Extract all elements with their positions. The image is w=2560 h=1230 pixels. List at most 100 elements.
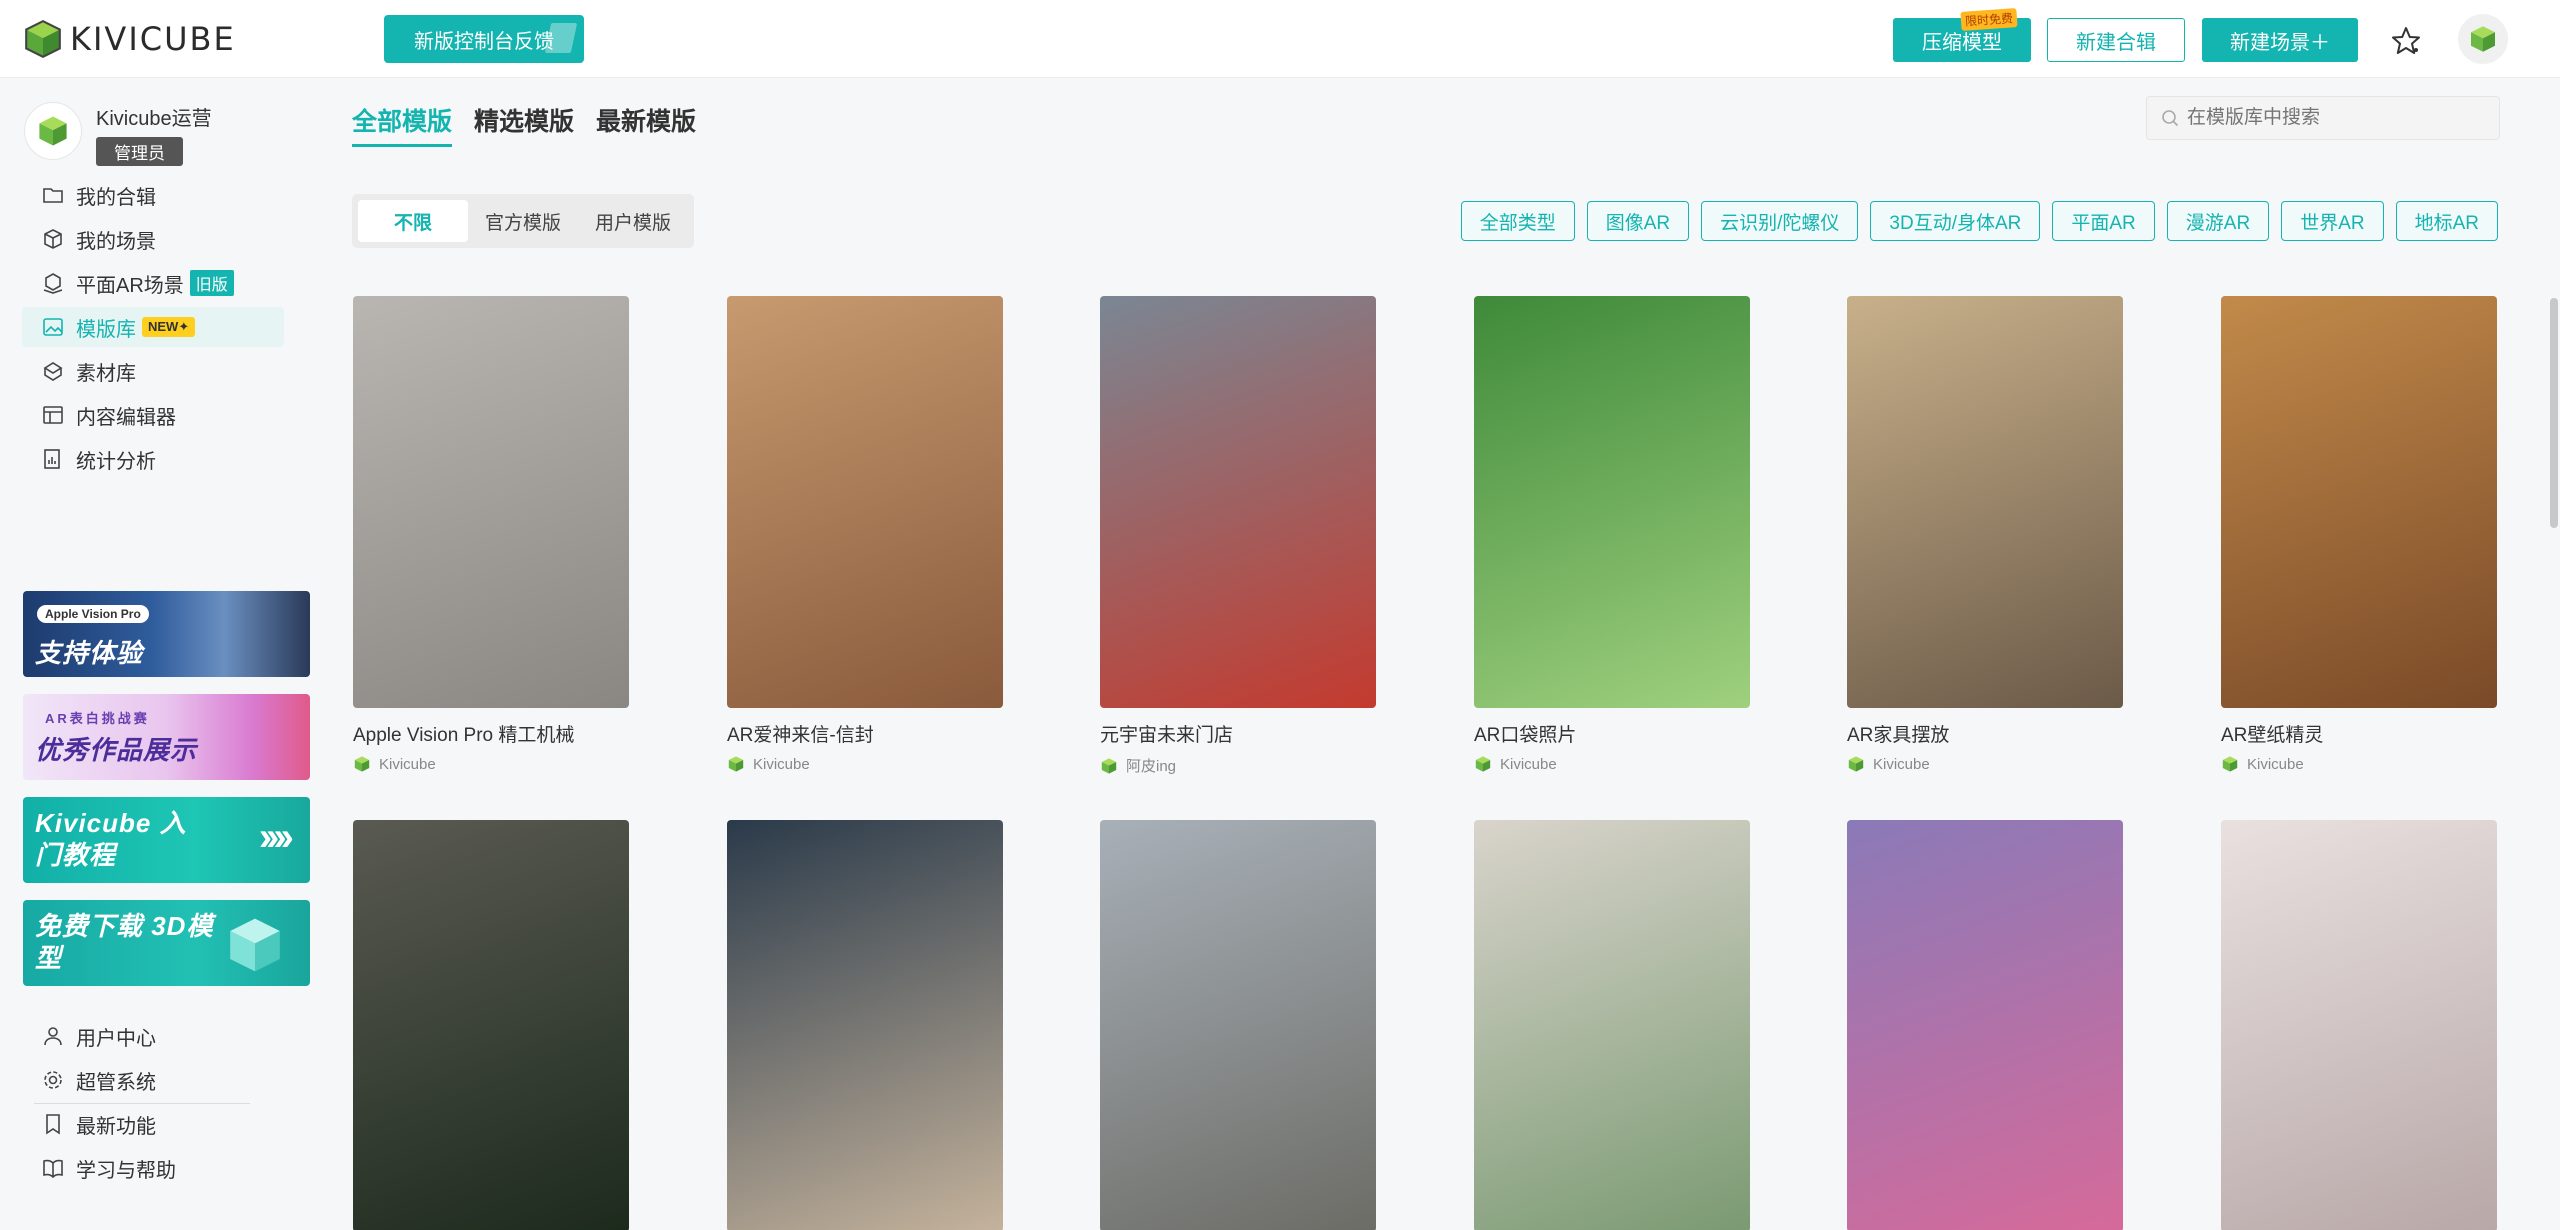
filter-roaming-ar[interactable]: 漫游AR bbox=[2166, 201, 2270, 241]
template-title: AR壁纸精灵 bbox=[2221, 725, 2324, 746]
cube-3d-icon bbox=[230, 918, 280, 972]
avatar[interactable] bbox=[24, 102, 82, 160]
sidebar-item-user-center[interactable]: 用户中心 bbox=[22, 1016, 284, 1056]
template-card[interactable] bbox=[1100, 820, 1376, 1230]
sidebar-item-help[interactable]: 学习与帮助 bbox=[22, 1148, 284, 1188]
author-avatar-icon bbox=[728, 756, 744, 772]
template-thumbnail[interactable] bbox=[353, 820, 629, 1230]
tab-latest-templates[interactable]: 最新模版 bbox=[596, 102, 696, 147]
compress-model-button[interactable]: 压缩模型 限时免费 bbox=[1893, 8, 2031, 62]
settings-icon bbox=[44, 1071, 62, 1089]
kivicube-logo[interactable]: KIVICUBE bbox=[22, 18, 236, 60]
avatar-cube-icon bbox=[2471, 26, 2495, 52]
console-feedback-button[interactable]: 新版控制台反馈 bbox=[384, 15, 584, 63]
bookmark-icon bbox=[46, 1114, 60, 1135]
sidebar-item-analytics[interactable]: 统计分析 bbox=[22, 439, 284, 479]
template-thumbnail[interactable] bbox=[353, 296, 629, 708]
banner-vision-pro[interactable]: Apple Vision Pro 支持体验 bbox=[23, 591, 310, 677]
template-thumbnail[interactable] bbox=[2221, 820, 2497, 1230]
sidebar-item-label: 最新功能 bbox=[76, 1115, 156, 1138]
scrollbar[interactable] bbox=[2550, 298, 2558, 528]
image-icon bbox=[43, 318, 63, 336]
author-avatar-icon bbox=[354, 756, 370, 772]
book-icon bbox=[43, 1159, 63, 1179]
new-badge: NEW✦ bbox=[142, 317, 196, 337]
star-icon[interactable] bbox=[2390, 25, 2422, 57]
filter-plane-ar[interactable]: 平面AR bbox=[2052, 201, 2155, 241]
banner-sub: AR表白挑战赛 bbox=[45, 711, 150, 726]
filter-cloud-gyro[interactable]: 云识别/陀螺仪 bbox=[1701, 201, 1859, 241]
filter-landmark-ar[interactable]: 地标AR bbox=[2395, 201, 2498, 241]
template-author: Kivicube bbox=[1474, 755, 1750, 773]
filter-world-ar[interactable]: 世界AR bbox=[2281, 201, 2384, 241]
filter-3d-body-ar[interactable]: 3D互动/身体AR bbox=[1870, 201, 2041, 241]
banner-free-models[interactable]: 免费下载 3D模型 bbox=[23, 900, 310, 986]
template-thumbnail[interactable] bbox=[1100, 820, 1376, 1230]
sidebar-item-label: 统计分析 bbox=[76, 450, 156, 473]
template-thumbnail[interactable] bbox=[2221, 296, 2497, 708]
template-card[interactable] bbox=[2221, 820, 2497, 1230]
avatar-cube-icon bbox=[39, 116, 67, 146]
template-thumbnail[interactable] bbox=[727, 296, 1003, 708]
template-thumbnail[interactable] bbox=[1100, 296, 1376, 708]
tab-featured-templates[interactable]: 精选模版 bbox=[474, 102, 574, 147]
search-input[interactable] bbox=[2187, 107, 2487, 129]
template-card[interactable]: 元宇宙未来门店 阿皮ing bbox=[1100, 296, 1376, 776]
template-card[interactable]: AR爱神来信-信封 Kivicube bbox=[727, 296, 1003, 773]
template-card[interactable]: AR口袋照片 Kivicube bbox=[1474, 296, 1750, 773]
template-author: 阿皮ing bbox=[1100, 755, 1376, 776]
sidebar-item-planar-ar[interactable]: 平面AR场景 旧版 bbox=[22, 263, 284, 303]
banner-showcase[interactable]: AR表白挑战赛 优秀作品展示 bbox=[23, 694, 310, 780]
template-thumbnail[interactable] bbox=[1474, 820, 1750, 1230]
chevron-right-icon: ›››› bbox=[258, 815, 294, 859]
sidebar-item-label: 我的合辑 bbox=[76, 186, 156, 209]
sidebar-item-collections[interactable]: 我的合辑 bbox=[22, 175, 284, 215]
source-segmented-control: 不限 官方模版 用户模版 bbox=[352, 194, 694, 248]
author-name: Kivicube bbox=[379, 755, 436, 773]
template-card[interactable]: AR家具摆放 Kivicube bbox=[1847, 296, 2123, 773]
filter-all-types[interactable]: 全部类型 bbox=[1460, 201, 1575, 241]
sidebar-item-super-admin[interactable]: 超管系统 bbox=[22, 1060, 284, 1100]
template-title: AR家具摆放 bbox=[1847, 725, 1950, 746]
user-profile: Kivicube运营 管理员 bbox=[24, 102, 212, 166]
template-thumbnail[interactable] bbox=[1847, 820, 2123, 1230]
segment-user[interactable]: 用户模版 bbox=[578, 200, 688, 242]
sidebar-item-templates[interactable]: 模版库 NEW✦ bbox=[22, 307, 284, 347]
user-name: Kivicube运营 bbox=[96, 108, 212, 130]
author-name: Kivicube bbox=[1873, 755, 1930, 773]
new-collection-button[interactable]: 新建合辑 bbox=[2047, 18, 2185, 62]
sidebar-item-editor[interactable]: 内容编辑器 bbox=[22, 395, 284, 435]
sidebar-item-assets[interactable]: 素材库 bbox=[22, 351, 284, 391]
segment-all[interactable]: 不限 bbox=[358, 200, 468, 242]
new-scene-button[interactable]: 新建场景＋ bbox=[2202, 18, 2358, 62]
user-icon bbox=[44, 1027, 62, 1046]
template-card[interactable] bbox=[727, 820, 1003, 1230]
template-card[interactable] bbox=[1474, 820, 1750, 1230]
author-name: 阿皮ing bbox=[1126, 758, 1177, 775]
tab-all-templates[interactable]: 全部模版 bbox=[352, 102, 453, 147]
sidebar-item-label: 超管系统 bbox=[76, 1071, 156, 1094]
template-card[interactable] bbox=[353, 820, 629, 1230]
document-icon bbox=[544, 23, 578, 53]
sidebar-item-scenes[interactable]: 我的场景 bbox=[22, 219, 284, 259]
template-search[interactable] bbox=[2146, 96, 2500, 140]
template-card[interactable] bbox=[1847, 820, 2123, 1230]
plane-cube-icon bbox=[43, 273, 63, 294]
user-avatar[interactable] bbox=[2458, 14, 2508, 64]
filter-image-ar[interactable]: 图像AR bbox=[1586, 201, 1690, 241]
template-author: Kivicube bbox=[727, 755, 1003, 773]
template-title: AR爱神来信-信封 bbox=[727, 725, 874, 746]
sidebar-item-label: 学习与帮助 bbox=[76, 1159, 176, 1182]
template-author: Kivicube bbox=[1847, 755, 2123, 773]
template-card[interactable]: AR壁纸精灵 Kivicube bbox=[2221, 296, 2497, 773]
template-card[interactable]: Apple Vision Pro 精工机械 Kivicube bbox=[353, 296, 629, 773]
template-thumbnail[interactable] bbox=[1847, 296, 2123, 708]
template-thumbnail[interactable] bbox=[1474, 296, 1750, 708]
feedback-label: 新版控制台反馈 bbox=[414, 30, 554, 53]
sidebar-item-latest-features[interactable]: 最新功能 bbox=[22, 1104, 284, 1144]
banner-tutorial[interactable]: Kivicube 入门教程 ›››› bbox=[23, 797, 310, 883]
free-promo-badge: 限时免费 bbox=[1960, 8, 2018, 31]
template-thumbnail[interactable] bbox=[727, 820, 1003, 1230]
banner-text: 优秀作品展示 bbox=[35, 735, 198, 765]
segment-official[interactable]: 官方模版 bbox=[468, 200, 578, 242]
